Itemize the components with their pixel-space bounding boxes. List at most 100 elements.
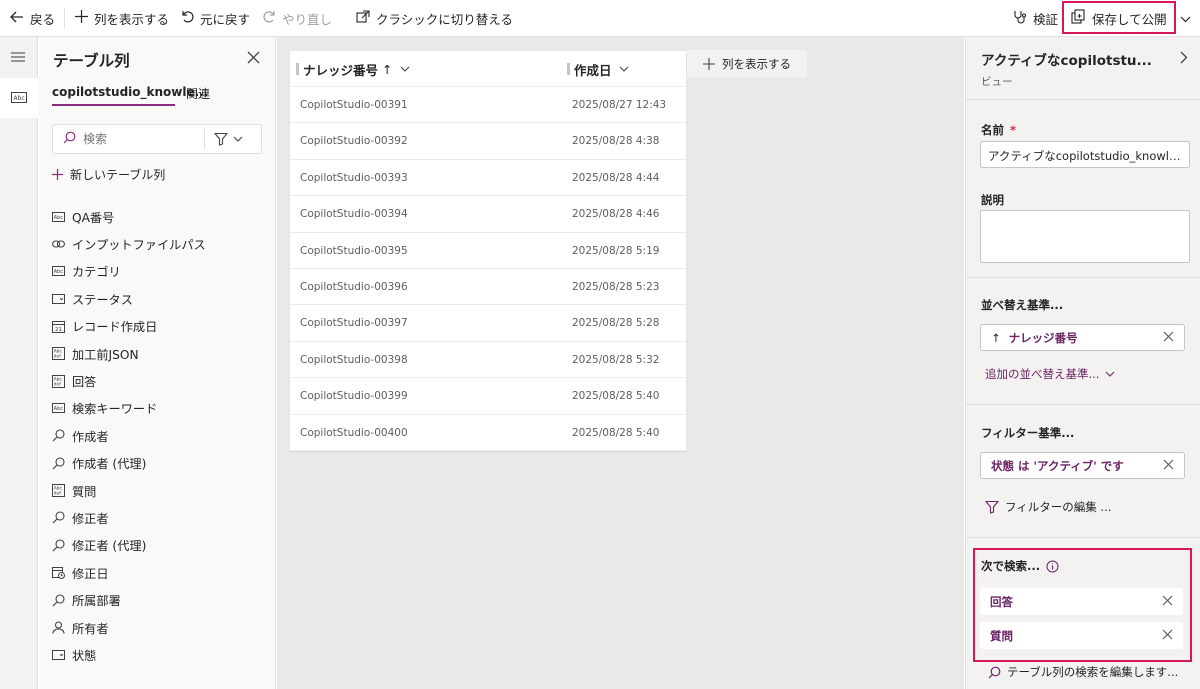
column-list-item[interactable]: Abc def 加工前JSON [52, 340, 267, 367]
chevron-down-icon [619, 66, 628, 72]
choice-field-icon [52, 648, 65, 661]
remove-icon[interactable] [1163, 330, 1174, 346]
column-header-label: 作成日 [574, 62, 612, 78]
redo-button[interactable]: やり直し [263, 0, 332, 36]
lookup-icon [52, 457, 65, 470]
switch-classic-label: クラシックに切り替える [376, 11, 513, 27]
cell-created-on: 2025/08/28 4:38 [572, 135, 660, 148]
view-subtitle: ビュー [981, 76, 1013, 88]
edit-search-columns-link[interactable]: テーブル列の検索を編集します... [988, 664, 1178, 680]
grid-header: ナレッジ番号 ↑ 作成日 [290, 51, 686, 87]
svg-text:Abc: Abc [54, 269, 64, 275]
back-button[interactable]: 戻る [10, 0, 55, 36]
column-list-item[interactable]: Abc カテゴリ [52, 258, 267, 285]
column-grip [296, 63, 299, 75]
switch-classic-button[interactable]: クラシックに切り替える [356, 0, 513, 36]
column-list-item-label: 状態 [72, 648, 97, 663]
column-list: Abc QA番号 インプットファイルパス Abc カテゴリ ステータス 21 レコード作成日 A… [52, 203, 267, 669]
name-label: 名前 * [981, 122, 1016, 138]
lookup-icon [52, 429, 65, 442]
add-sort-link[interactable]: 追加の並べ替え基準... [985, 366, 1115, 382]
multiline-text-icon: Abc def [52, 484, 65, 498]
add-column-button[interactable]: 列を表示する [687, 50, 807, 77]
table-row[interactable]: CopilotStudio-00399 2025/08/28 5:40 [290, 378, 686, 415]
column-list-item[interactable]: インプットファイルパス [52, 230, 267, 257]
filter-dropdown[interactable] [214, 132, 243, 146]
column-list-item[interactable]: 状態 [52, 641, 267, 668]
undo-button[interactable]: 元に戻す [181, 0, 250, 36]
svg-text:Abc: Abc [54, 215, 64, 221]
description-field[interactable] [980, 210, 1190, 263]
lookup-icon [52, 594, 65, 607]
column-list-item[interactable]: 所属部署 [52, 586, 267, 613]
column-list-item[interactable]: 修正者 (代理) [52, 532, 267, 559]
column-list-item[interactable]: Abc QA番号 [52, 203, 267, 230]
chevron-down-icon [400, 66, 409, 72]
multiline-text-icon: Abc def [52, 347, 65, 361]
column-list-item-label: 加工前JSON [72, 347, 139, 362]
cell-created-on: 2025/08/28 4:46 [572, 208, 660, 221]
table-row[interactable]: CopilotStudio-00395 2025/08/28 5:19 [290, 233, 686, 269]
new-column-button[interactable]: 新しいテーブル列 [52, 166, 165, 183]
show-columns-button[interactable]: 列を表示する [75, 0, 169, 36]
sort-chip[interactable]: ↑ ナレッジ番号 [980, 324, 1185, 351]
search-icon [988, 666, 1001, 678]
column-list-item[interactable]: 作成者 (代理) [52, 450, 267, 477]
column-list-item-label: 作成者 (代理) [72, 457, 147, 472]
remove-icon[interactable] [1163, 458, 1174, 474]
search-section-highlight [973, 548, 1192, 662]
filter-label: フィルター基準... [981, 426, 1075, 440]
table-row[interactable]: CopilotStudio-00396 2025/08/28 5:23 [290, 269, 686, 306]
sort-ascending-icon: ↑ [991, 330, 1001, 345]
datetime-icon [52, 566, 65, 580]
cell-knowledge-number: CopilotStudio-00397 [300, 317, 408, 330]
filter-chip[interactable]: 状態 は 'アクティブ' です [980, 452, 1185, 479]
svg-text:21: 21 [55, 327, 62, 333]
edit-filter-link[interactable]: フィルターの編集 ... [985, 499, 1111, 515]
cell-knowledge-number: CopilotStudio-00392 [300, 135, 408, 148]
close-icon[interactable] [247, 49, 260, 68]
tab-related[interactable]: 関連 [186, 85, 210, 102]
person-icon [52, 621, 65, 634]
table-row[interactable]: CopilotStudio-00394 2025/08/28 4:46 [290, 196, 686, 233]
column-header-label: ナレッジ番号 [303, 62, 379, 78]
link-icon [52, 238, 65, 251]
column-list-item[interactable]: 21 レコード作成日 [52, 313, 267, 340]
table-row[interactable]: CopilotStudio-00397 2025/08/28 5:28 [290, 305, 686, 342]
column-list-item[interactable]: 所有者 [52, 614, 267, 641]
edit-filter-label: フィルターの編集 ... [1005, 500, 1112, 514]
add-icon [75, 10, 88, 26]
filter-icon [214, 132, 228, 146]
validate-button[interactable]: 検証 [1013, 0, 1058, 36]
column-header-created-on[interactable]: 作成日 [567, 51, 629, 87]
column-list-item[interactable]: Abc def 質問 [52, 477, 267, 504]
table-row[interactable]: CopilotStudio-00400 2025/08/28 5:40 [290, 415, 686, 451]
text-field-icon: Abc [52, 265, 65, 278]
column-list-item[interactable]: Abc def 回答 [52, 367, 267, 394]
table-row[interactable]: CopilotStudio-00398 2025/08/28 5:32 [290, 342, 686, 379]
column-list-item-label: 修正者 (代理) [72, 539, 147, 554]
hamburger-icon[interactable] [10, 51, 26, 66]
chevron-right-icon[interactable] [1180, 51, 1188, 67]
save-options-dropdown[interactable] [1180, 0, 1191, 36]
column-list-item[interactable]: 修正日 [52, 559, 267, 586]
search-input[interactable] [83, 132, 198, 146]
column-list-item[interactable]: 修正者 [52, 504, 267, 531]
cell-knowledge-number: CopilotStudio-00394 [300, 208, 408, 221]
column-header-knowledge-number[interactable]: ナレッジ番号 ↑ [296, 51, 410, 87]
table-columns-rail-button[interactable]: Abc [0, 78, 38, 118]
tab-table[interactable]: copilotstudio_knowle... [52, 85, 208, 99]
view-name-field[interactable]: アクティブなcopilotstudio_knowle... [980, 141, 1190, 168]
cell-knowledge-number: CopilotStudio-00399 [300, 390, 408, 403]
column-list-item[interactable]: 作成者 [52, 422, 267, 449]
show-columns-label: 列を表示する [94, 11, 170, 27]
back-label: 戻る [30, 11, 56, 27]
table-row[interactable]: CopilotStudio-00392 2025/08/28 4:38 [290, 123, 686, 160]
edit-search-label: テーブル列の検索を編集します... [1007, 665, 1179, 679]
column-list-item[interactable]: ステータス [52, 285, 267, 312]
arrow-left-icon [10, 11, 24, 26]
column-list-item[interactable]: Abc 検索キーワード [52, 395, 267, 422]
table-row[interactable]: CopilotStudio-00391 2025/08/27 12:43 [290, 87, 686, 124]
svg-text:Abc: Abc [14, 95, 25, 102]
table-row[interactable]: CopilotStudio-00393 2025/08/28 4:44 [290, 160, 686, 197]
